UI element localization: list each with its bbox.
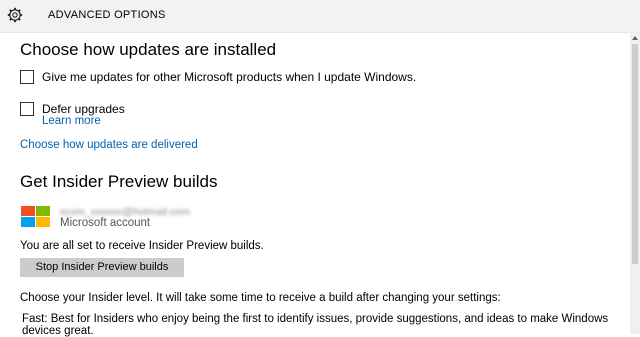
install-section-heading: Choose how updates are installed xyxy=(20,40,277,59)
insider-section-heading: Get Insider Preview builds xyxy=(20,172,218,191)
insider-level-prompt: Choose your Insider level. It will take … xyxy=(20,292,501,304)
fast-ring-description: Fast: Best for Insiders who enjoy being … xyxy=(22,313,609,337)
microsoft-logo-icon xyxy=(21,206,51,228)
stop-insider-builds-button[interactable]: Stop Insider Preview builds xyxy=(20,258,184,277)
microsoft-products-checkbox[interactable] xyxy=(20,70,34,84)
learn-more-link[interactable]: Learn more xyxy=(42,115,101,127)
scroll-up-arrow-icon[interactable] xyxy=(631,34,639,42)
defer-upgrades-checkbox[interactable] xyxy=(20,102,34,116)
insider-status-text: You are all set to receive Insider Previ… xyxy=(20,240,264,252)
microsoft-products-label: Give me updates for other Microsoft prod… xyxy=(42,70,417,84)
delivery-options-link[interactable]: Choose how updates are delivered xyxy=(20,139,198,151)
settings-header: ADVANCED OPTIONS xyxy=(0,0,640,33)
defer-upgrades-label: Defer upgrades xyxy=(42,102,125,116)
gear-icon xyxy=(7,7,23,23)
page-title: ADVANCED OPTIONS xyxy=(48,9,166,21)
account-type: Microsoft account xyxy=(60,217,151,229)
scrollbar-thumb[interactable] xyxy=(632,44,638,264)
